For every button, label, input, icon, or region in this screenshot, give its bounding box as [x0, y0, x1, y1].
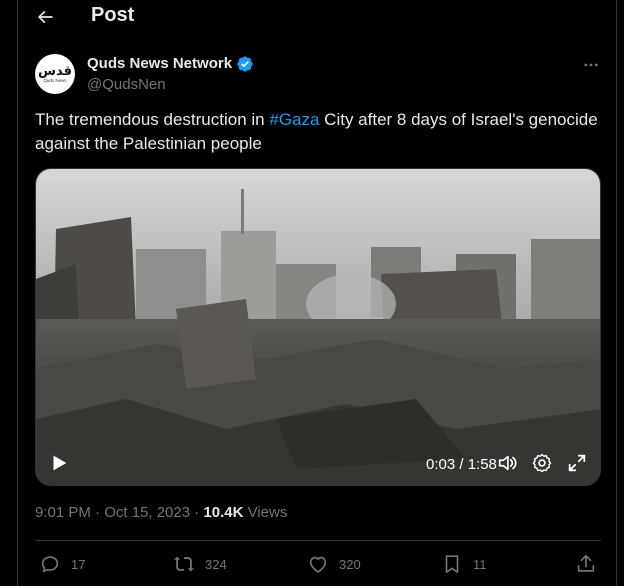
volume-icon[interactable] — [496, 452, 518, 474]
back-button[interactable] — [30, 2, 60, 32]
author-handle[interactable]: @QudsNen — [87, 76, 166, 93]
play-icon[interactable] — [48, 452, 70, 474]
video-player[interactable]: 0:03 / 1:58 — [35, 168, 601, 486]
views-label: Views — [243, 504, 288, 521]
more-horizontal-icon — [584, 63, 598, 67]
avatar-sub-label: Quds News — [43, 77, 67, 83]
fullscreen-icon[interactable] — [566, 452, 588, 474]
reply-icon — [41, 556, 59, 573]
arrow-left-icon — [37, 10, 53, 24]
settings-gear-icon[interactable] — [531, 452, 553, 474]
author-name[interactable]: Quds News Network — [87, 55, 232, 72]
page-title: Post — [91, 4, 135, 26]
like-count: 320 — [339, 556, 361, 572]
views-count: 10.4K — [203, 504, 244, 521]
share-icon — [577, 554, 595, 572]
post-timestamp[interactable]: 9:01 PM · Oct 15, 2023 · — [35, 504, 203, 521]
reply-count: 17 — [71, 556, 86, 572]
repost-button[interactable]: 324 — [173, 549, 227, 579]
video-time: 0:03 / 1:58 — [426, 456, 497, 473]
bookmark-count: 11 — [473, 556, 487, 572]
avatar[interactable]: قدس Quds News — [35, 54, 75, 94]
avatar-logo: قدس — [38, 63, 72, 79]
post-column: Post قدس Quds News Quds News Network @Qu… — [17, 0, 617, 586]
repost-count: 324 — [205, 556, 227, 572]
post-meta: 9:01 PM · Oct 15, 2023 · 10.4K Views — [35, 504, 287, 521]
video-frame — [36, 169, 600, 485]
like-button[interactable]: 320 — [307, 549, 361, 579]
bookmark-button[interactable]: 11 — [441, 549, 487, 579]
more-options-button[interactable] — [580, 54, 602, 76]
tweet-text-before: The tremendous destruction in — [35, 110, 270, 129]
tweet-text: The tremendous destruction in #Gaza City… — [35, 108, 605, 156]
bookmark-icon — [445, 555, 459, 574]
hashtag-link[interactable]: #Gaza — [269, 110, 319, 129]
verified-badge-icon[interactable] — [236, 55, 254, 73]
reply-button[interactable]: 17 — [39, 549, 85, 579]
action-bar: 17 324 320 11 — [35, 549, 601, 579]
author-row: قدس Quds News Quds News Network @QudsNen — [18, 48, 618, 104]
heart-icon — [309, 556, 327, 573]
divider — [35, 540, 601, 541]
post-header: Post — [18, 0, 618, 35]
share-button[interactable] — [575, 549, 597, 579]
repost-icon — [173, 556, 195, 572]
